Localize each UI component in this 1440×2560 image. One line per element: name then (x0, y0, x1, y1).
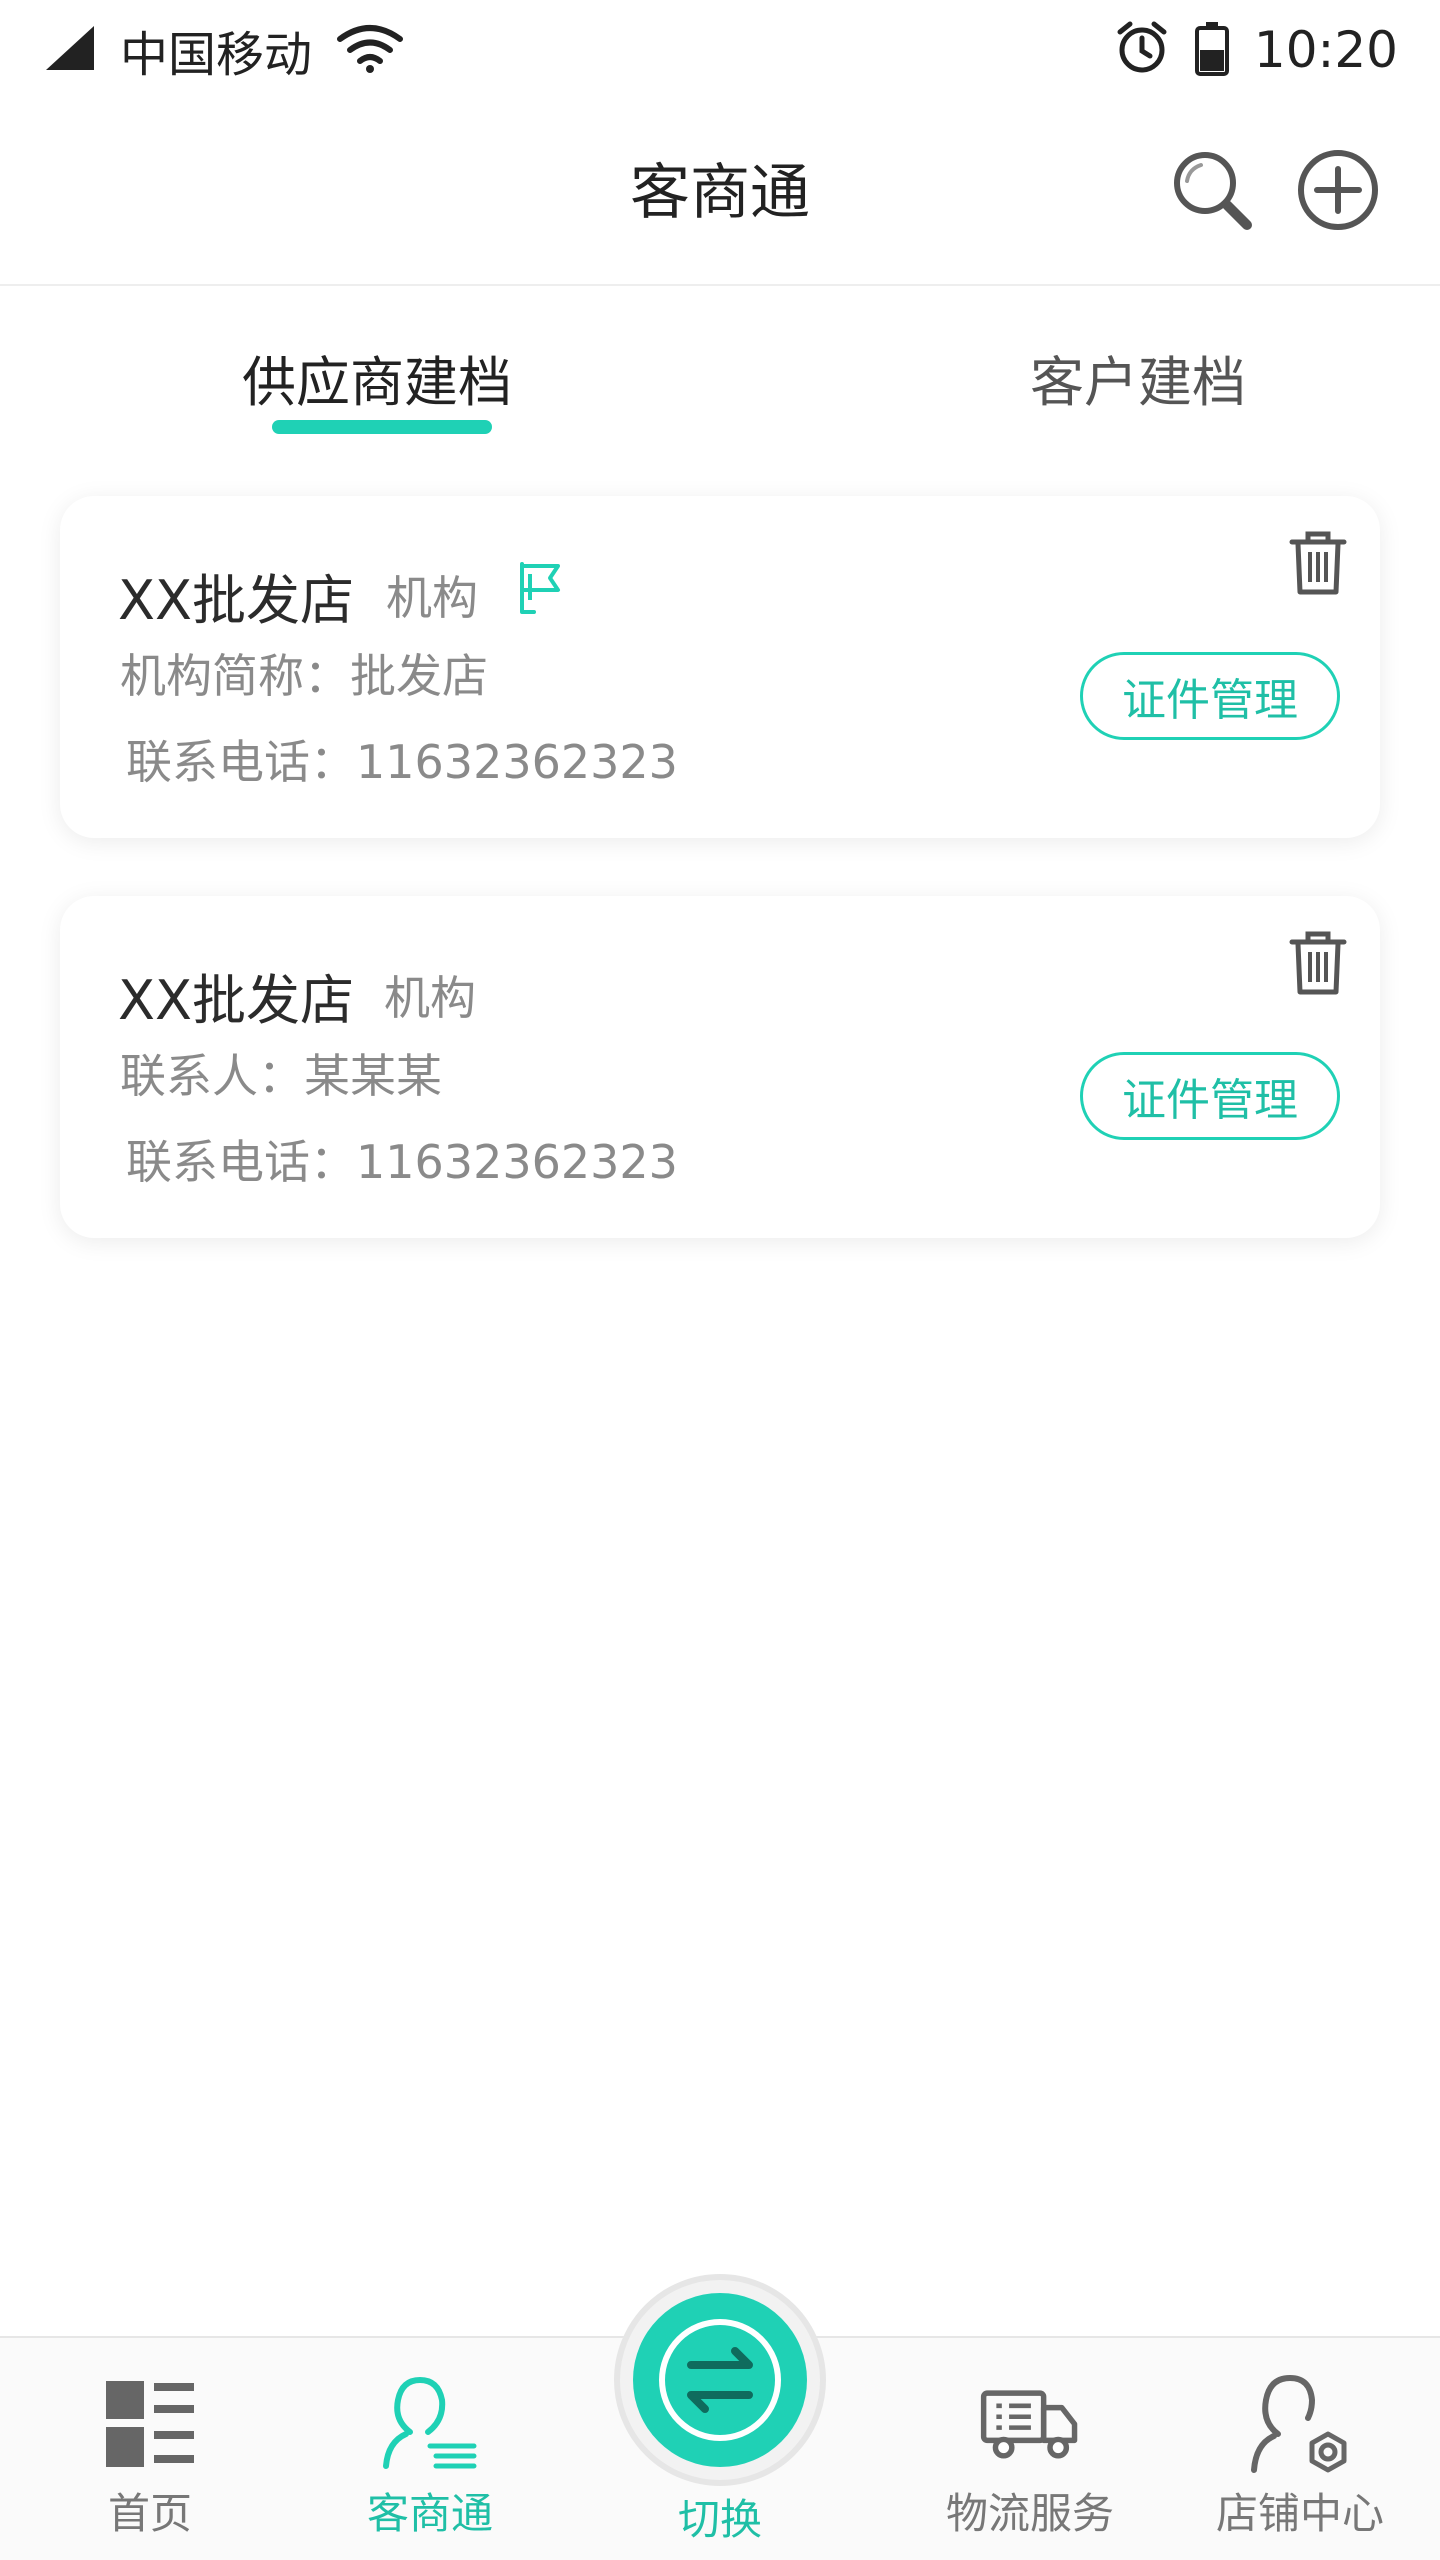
switch-icon (659, 2319, 781, 2441)
app-header: 客商通 (0, 100, 1440, 286)
nav-label: 切换 (677, 2495, 762, 2544)
certificate-management-button[interactable]: 证件管理 (1080, 1052, 1340, 1140)
search-button[interactable] (1164, 142, 1260, 238)
certificate-management-button[interactable]: 证件管理 (1080, 652, 1340, 740)
signal-icon (44, 24, 96, 76)
trash-icon[interactable] (1288, 530, 1348, 596)
nav-label: 物流服务 (945, 2489, 1114, 2538)
supplier-card[interactable]: XX批发店 机构 机构简称：批发店 联系电话：11632362323 证件管理 (60, 496, 1380, 838)
search-icon (1174, 152, 1252, 230)
flag-icon (520, 562, 560, 614)
phone-text: 联系电话：11632362323 (126, 1135, 678, 1189)
switch-button-inner (633, 2293, 807, 2467)
contact-person-text: 联系人：某某某 (120, 1049, 442, 1103)
card-type: 机构 (384, 971, 476, 1025)
dashboard-icon (100, 2374, 200, 2474)
nav-item-logistics[interactable]: 物流服务 (920, 2338, 1140, 2560)
switch-button[interactable] (614, 2274, 826, 2486)
status-bar: 中国移动 10:20 (0, 0, 1440, 100)
app-screen: 中国移动 10:20 客商通 供应商建档 客户建档 XX批发店 机构 机构简称：… (0, 0, 1440, 2560)
tab-supplier-archive[interactable]: 供应商建档 (242, 338, 512, 417)
clock-time: 10:20 (1253, 21, 1398, 79)
battery-icon (1194, 20, 1230, 80)
nav-label: 首页 (107, 2489, 192, 2538)
nav-item-merchant[interactable]: 客商通 (330, 2338, 530, 2560)
trash-icon[interactable] (1288, 930, 1348, 996)
card-name: XX批发店 (118, 569, 354, 632)
wifi-icon (336, 23, 404, 77)
supplier-card[interactable]: XX批发店 机构 联系人：某某某 联系电话：11632362323 证件管理 (60, 896, 1380, 1238)
status-left: 中国移动 (44, 15, 404, 85)
card-type: 机构 (386, 571, 478, 625)
status-right: 10:20 (1114, 20, 1398, 80)
archive-tabs: 供应商建档 客户建档 (0, 288, 1440, 448)
add-icon (1298, 150, 1378, 230)
tab-customer-archive[interactable]: 客户建档 (1030, 338, 1246, 417)
carrier-name: 中国移动 (120, 27, 313, 83)
phone-text: 联系电话：11632362323 (126, 735, 678, 789)
alarm-icon (1114, 20, 1170, 80)
nav-label: 客商通 (366, 2489, 493, 2538)
nav-item-home[interactable]: 首页 (60, 2338, 240, 2560)
store-user-icon (1250, 2374, 1350, 2474)
nav-label: 店铺中心 (1215, 2489, 1384, 2538)
truck-icon (980, 2374, 1080, 2474)
short-name-text: 机构简称：批发店 (120, 649, 488, 703)
add-button[interactable] (1290, 142, 1386, 238)
active-tab-indicator (272, 420, 492, 434)
nav-item-store-center[interactable]: 店铺中心 (1190, 2338, 1410, 2560)
contact-icon (380, 2374, 480, 2474)
card-name: XX批发店 (118, 969, 354, 1032)
